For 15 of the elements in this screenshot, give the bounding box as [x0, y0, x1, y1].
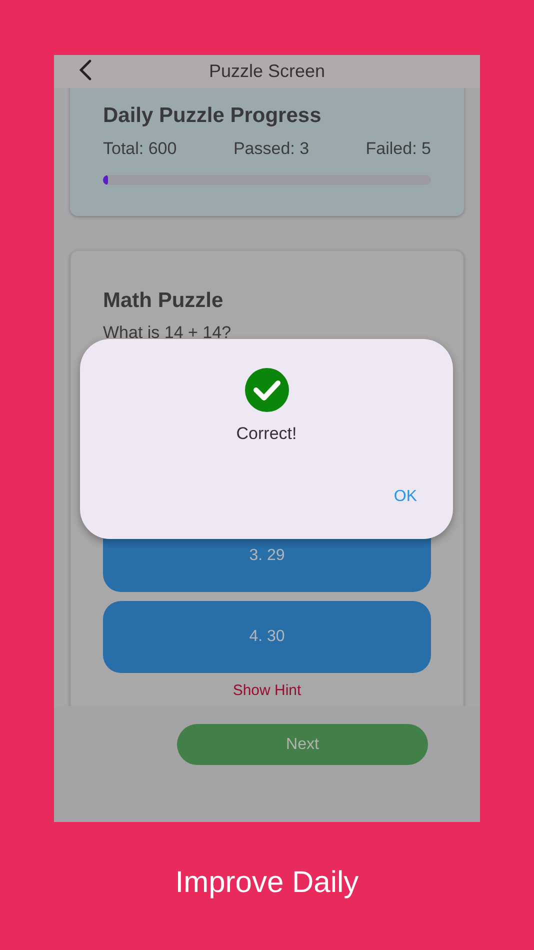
- total-count: Total: 600: [103, 138, 177, 160]
- card-title: Math Puzzle: [103, 288, 224, 314]
- failed-count: Failed: 5: [366, 138, 431, 160]
- screen-title: Puzzle Screen: [208, 61, 326, 82]
- card-title: Daily Puzzle Progress: [103, 103, 322, 129]
- show-hint-link[interactable]: Show Hint: [232, 682, 302, 699]
- caption: Improve Daily: [174, 866, 360, 900]
- question-text: What is 14 + 14?: [103, 322, 232, 344]
- dialog-message: Correct!: [236, 424, 297, 444]
- next-button[interactable]: Next: [177, 724, 428, 765]
- passed-count: Passed: 3: [233, 138, 310, 160]
- check-icon: [244, 368, 288, 412]
- ok-button[interactable]: OK: [388, 484, 423, 510]
- answer-option[interactable]: 4. 30: [103, 601, 431, 673]
- back-icon[interactable]: [78, 59, 92, 81]
